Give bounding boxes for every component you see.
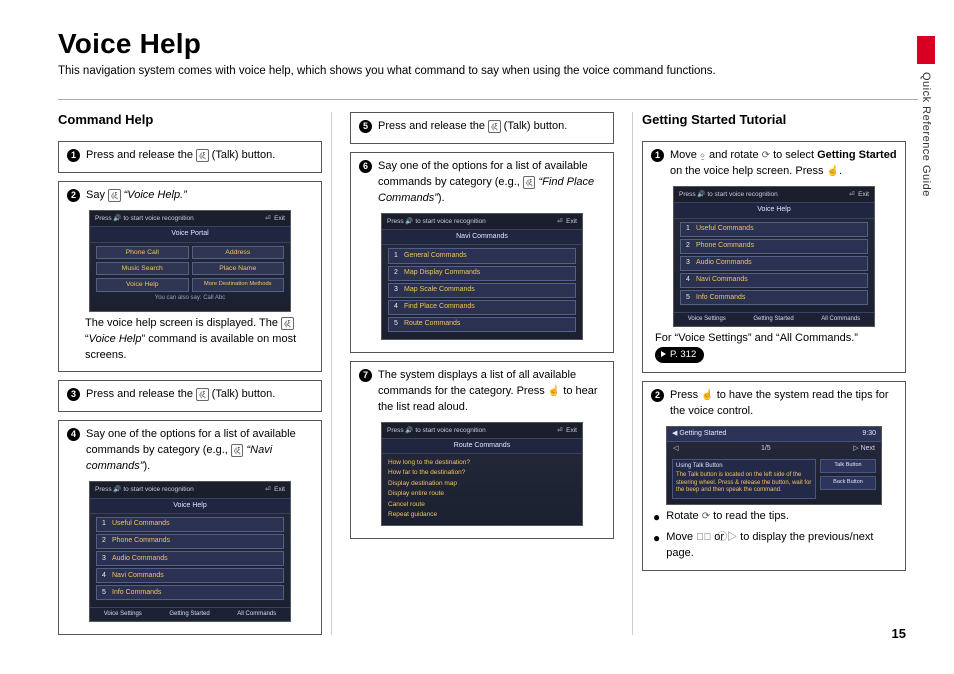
side-running-head: Quick Reference Guide xyxy=(920,72,932,197)
page-intro: This navigation system comes with voice … xyxy=(58,63,906,79)
talk-icon: ⦉ξ xyxy=(196,388,209,401)
section-color-tab xyxy=(917,36,935,64)
step-number-badge: 1 xyxy=(651,149,664,162)
step-number-badge: 3 xyxy=(67,388,80,401)
step-3: 3 Press and release the ⦉ξ (Talk) button… xyxy=(58,380,322,412)
step-text: Say xyxy=(86,189,108,201)
section-heading-command-help: Command Help xyxy=(58,112,322,127)
dial-icon: ⟳ xyxy=(762,149,770,164)
step-text: (Talk) button. xyxy=(209,149,276,161)
step-5: 5 Press and release the ⦉ξ (Talk) button… xyxy=(350,112,614,144)
talk-icon: ⦉ξ xyxy=(231,444,244,457)
step-1: 1 Press and release the ⦉ξ (Talk) button… xyxy=(58,141,322,173)
step-number-badge: 4 xyxy=(67,428,80,441)
step-number-badge: 5 xyxy=(359,120,372,133)
talk-icon: ⦉ξ xyxy=(488,120,501,133)
step-6: 6 Say one of the options for a list of a… xyxy=(350,152,614,353)
screenshot-route-commands: Press 🔊 to start voice recognition⏎ Exit… xyxy=(381,422,583,526)
talk-icon: ⦉ξ xyxy=(523,176,536,189)
step-number-badge: 2 xyxy=(651,389,664,402)
enter-icon: ☝ xyxy=(827,165,839,180)
left-stick-icon: ◁⃝ xyxy=(696,531,711,546)
speak-icon: ☝ xyxy=(548,385,560,400)
step-number-badge: 6 xyxy=(359,160,372,173)
column-3: Getting Started Tutorial 1 Move ⍚ and ro… xyxy=(642,112,906,635)
step-number-badge: 7 xyxy=(359,369,372,382)
enter-icon: ☝ xyxy=(701,389,713,404)
screenshot-voice-portal: Press 🔊 to start voice recognition⏎ Exit… xyxy=(89,210,291,312)
step-text: Press and release the xyxy=(86,149,196,161)
column-1: Command Help 1 Press and release the ⦉ξ … xyxy=(58,112,322,635)
screenshot-voice-help-select: Press 🔊 to start voice recognition⏎ Exit… xyxy=(673,186,875,327)
screenshot-voice-help-list: Press 🔊 to start voice recognition⏎ Exit… xyxy=(89,481,291,622)
tutorial-step-1: 1 Move ⍚ and rotate ⟳ to select Getting … xyxy=(642,141,906,373)
step-2: 2 Say ⦉ξ “Voice Help.” Press 🔊 to start … xyxy=(58,181,322,372)
section-heading-getting-started: Getting Started Tutorial xyxy=(642,112,906,127)
step-4: 4 Say one of the options for a list of a… xyxy=(58,420,322,635)
talk-icon: ⦉ξ xyxy=(196,149,209,162)
divider xyxy=(58,99,918,100)
page-ref-pill: P. 312 xyxy=(655,347,704,363)
talk-icon: ⦉ξ xyxy=(108,189,121,202)
page-title: Voice Help xyxy=(58,28,906,60)
column-2: 5 Press and release the ⦉ξ (Talk) button… xyxy=(331,112,633,635)
voice-phrase: “Voice Help.” xyxy=(124,189,187,201)
bullet-rotate: ● Rotate ⟳ to read the tips. xyxy=(653,509,897,526)
screenshot-navi-commands: Press 🔊 to start voice recognition⏎ Exit… xyxy=(381,213,583,340)
page-number: 15 xyxy=(892,626,906,641)
bullet-move: ● Move ◁⃝ or ⃝▷ to display the previous/… xyxy=(653,530,897,562)
talk-icon: ⦉ξ xyxy=(281,317,294,330)
step-7: 7 The system displays a list of all avai… xyxy=(350,361,614,539)
screenshot-getting-started: ◀ Getting Started 9:30 ◁1/5▷ Next Using … xyxy=(666,426,882,505)
step-footnote: For “Voice Settings” and “All Commands.”… xyxy=(655,331,891,364)
right-stick-icon: ⃝▷ xyxy=(727,531,737,546)
step-number-badge: 1 xyxy=(67,149,80,162)
tutorial-step-2: 2 Press ☝ to have the system read the ti… xyxy=(642,381,906,571)
dial-icon: ⟳ xyxy=(702,510,710,525)
step-caption: The voice help screen is displayed. The … xyxy=(85,316,307,364)
step-number-badge: 2 xyxy=(67,189,80,202)
